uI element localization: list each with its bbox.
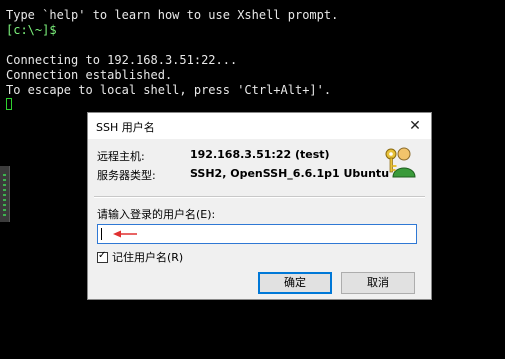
text-caret [101, 228, 102, 240]
terminal-prompt: [c:\~]$ [6, 23, 57, 37]
username-input[interactable] [97, 224, 417, 244]
checkbox-box[interactable]: ✓ [97, 249, 108, 263]
dialog-titlebar[interactable]: SSH 用户名 ✕ [88, 113, 431, 139]
cancel-button[interactable]: 取消 [341, 272, 415, 294]
keys-user-icon [385, 147, 416, 178]
server-type-value: SSH2, OpenSSH_6.6.1p1 Ubuntu [190, 167, 390, 180]
remote-host-label: 远程主机: [97, 150, 145, 163]
dialog-title: SSH 用户名 [96, 121, 155, 134]
checkmark-icon: ✓ [98, 249, 107, 261]
remote-host-value: 192.168.3.51:22 (test) [190, 148, 330, 161]
side-meter [0, 166, 10, 222]
ok-button[interactable]: 确定 [258, 272, 332, 294]
close-icon: ✕ [409, 118, 421, 134]
server-type-label: 服务器类型: [97, 169, 156, 182]
dialog-separator [94, 196, 425, 198]
terminal-help-line: Type `help' to learn how to use Xshell p… [6, 8, 339, 22]
ssh-username-dialog: SSH 用户名 ✕ 远程主机: 192.168.3.51:22 (test) 服… [87, 112, 432, 300]
terminal-escape-line: To escape to local shell, press 'Ctrl+Al… [6, 83, 332, 97]
terminal-connecting-line: Connecting to 192.168.3.51:22... [6, 53, 238, 67]
username-prompt-label: 请输入登录的用户名(E): [97, 208, 216, 221]
terminal-cursor [6, 98, 12, 110]
close-button[interactable]: ✕ [405, 116, 425, 136]
red-arrow-annotation-icon [113, 230, 137, 238]
terminal-established-line: Connection established. [6, 68, 173, 82]
remember-username-checkbox[interactable]: ✓ 记住用户名(R) [97, 250, 183, 264]
remember-username-label: 记住用户名(R) [112, 251, 184, 264]
